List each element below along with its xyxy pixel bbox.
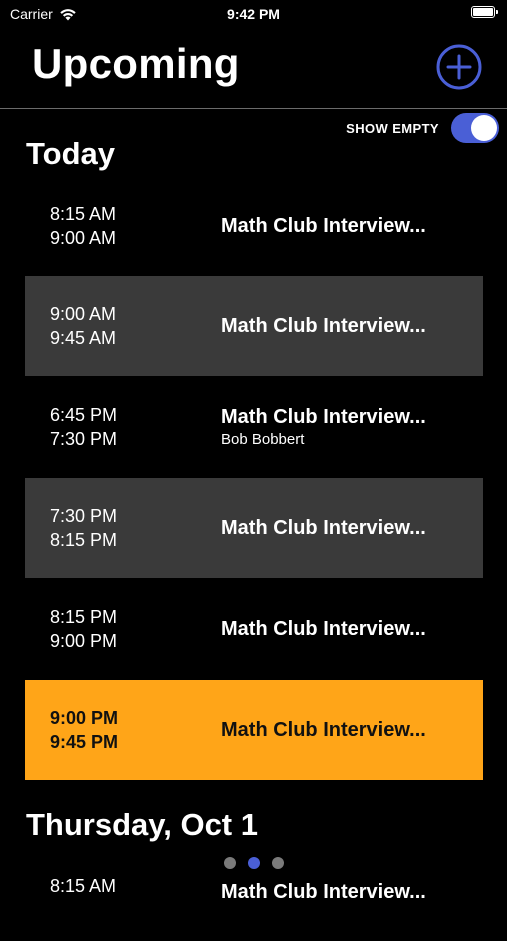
event-info: Math Club Interview... xyxy=(221,478,479,578)
event-info: Math Club Interview... xyxy=(221,176,479,276)
event-row[interactable]: 9:00 AM 9:45 AM Math Club Interview... xyxy=(25,276,483,376)
status-bar: Carrier 9:42 PM xyxy=(0,0,507,30)
event-title: Math Club Interview... xyxy=(221,881,426,903)
event-start-time: 8:15 PM xyxy=(50,607,118,627)
event-end-time: 9:00 AM xyxy=(50,228,117,248)
show-empty-label: SHOW EMPTY xyxy=(346,120,439,136)
add-event-button[interactable] xyxy=(436,44,482,90)
event-end-time: 9:45 PM xyxy=(50,732,119,752)
event-info: Math Club Interview... xyxy=(221,579,479,679)
event-start-time: 9:00 PM xyxy=(50,708,119,728)
event-start-time: 8:15 AM xyxy=(50,876,117,896)
page-dot[interactable] xyxy=(271,857,284,869)
page-indicator xyxy=(0,857,507,869)
event-title: Math Club Interview... xyxy=(221,214,426,237)
page-dot-active[interactable] xyxy=(247,857,260,869)
event-row[interactable]: 8:15 AM 9:00 AM Math Club Interview... xyxy=(25,176,483,276)
event-times: 8:15 AM xyxy=(50,874,116,934)
event-title: Math Club Interview... xyxy=(221,516,426,539)
event-row[interactable]: 8:15 AM Math Club Interview... xyxy=(25,861,483,921)
event-row[interactable]: 7:30 PM 8:15 PM Math Club Interview... xyxy=(25,478,483,578)
event-start-time: 8:15 AM xyxy=(50,204,117,224)
event-times: 8:15 AM 9:00 AM xyxy=(50,176,116,276)
event-start-time: 9:00 AM xyxy=(50,304,117,324)
event-row-current[interactable]: 9:00 PM 9:45 PM Math Club Interview... xyxy=(25,680,483,780)
event-end-time: 8:15 PM xyxy=(50,530,118,550)
event-times: 7:30 PM 8:15 PM xyxy=(50,478,117,578)
event-info: Math Club Interview... Bob Bobbert xyxy=(221,377,479,477)
toggle-knob xyxy=(471,115,497,141)
show-empty-row: SHOW EMPTY xyxy=(346,113,499,143)
event-row[interactable]: 6:45 PM 7:30 PM Math Club Interview... B… xyxy=(25,377,483,477)
event-end-time: 9:00 PM xyxy=(50,631,118,651)
event-subtitle: Bob Bobbert xyxy=(221,431,305,448)
event-times: 6:45 PM 7:30 PM xyxy=(50,377,117,477)
page-dot[interactable] xyxy=(223,857,236,869)
header: Upcoming xyxy=(0,30,507,109)
section-heading-today: Today xyxy=(26,136,115,171)
event-times: 9:00 PM 9:45 PM xyxy=(50,680,118,780)
event-info: Math Club Interview... xyxy=(221,680,479,780)
section-heading-thursday: Thursday, Oct 1 xyxy=(26,807,258,842)
show-empty-toggle[interactable] xyxy=(451,113,499,143)
event-end-time: 9:45 AM xyxy=(50,328,117,348)
event-start-time: 6:45 PM xyxy=(50,405,118,425)
battery-icon xyxy=(471,6,498,18)
event-times: 9:00 AM 9:45 AM xyxy=(50,276,116,376)
event-times: 8:15 PM 9:00 PM xyxy=(50,579,117,679)
event-title: Math Club Interview... xyxy=(221,406,426,428)
status-time: 9:42 PM xyxy=(227,6,280,22)
event-title: Math Club Interview... xyxy=(221,718,426,741)
event-title: Math Club Interview... xyxy=(221,314,426,337)
event-info: Math Club Interview... xyxy=(221,881,479,941)
event-title: Math Club Interview... xyxy=(221,617,426,640)
event-row[interactable]: 8:15 PM 9:00 PM Math Club Interview... xyxy=(25,579,483,679)
event-start-time: 7:30 PM xyxy=(50,506,118,526)
event-info: Math Club Interview... xyxy=(221,276,479,376)
page-title: Upcoming xyxy=(32,40,240,87)
event-end-time: 7:30 PM xyxy=(50,429,118,449)
